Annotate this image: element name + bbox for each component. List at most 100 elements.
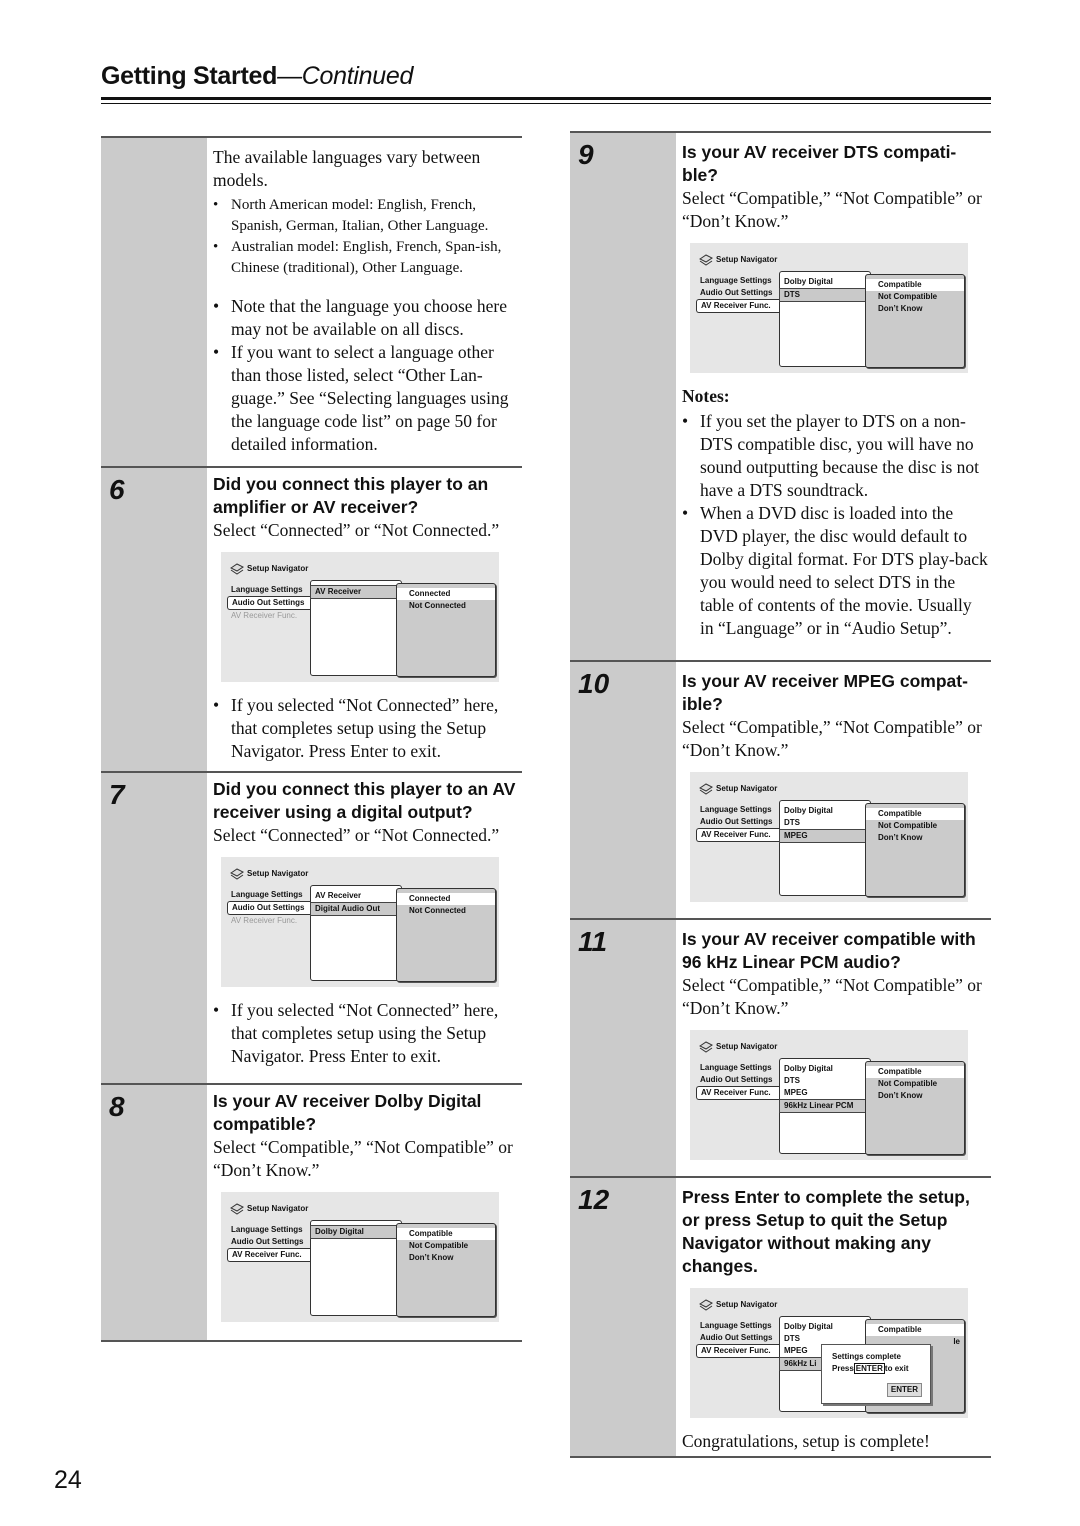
step-10: 10 Is your AV receiver MPEG compat-ible?… bbox=[570, 660, 991, 918]
setup-navigator-screen: Setup Navigator Language Settings Audio O… bbox=[221, 1192, 499, 1322]
setup-navigator-screen: Setup Navigator Language Settings Audio O… bbox=[690, 243, 968, 373]
step-instruction: Select “Connected” or “Not Connected.” bbox=[213, 520, 500, 540]
gutter bbox=[570, 133, 676, 660]
osd-menu-item: Language Settings bbox=[231, 890, 303, 899]
osd-option-selected: Compatible bbox=[866, 808, 964, 820]
setup-navigator-screen: Setup Navigator Language Settings Audio O… bbox=[690, 1030, 968, 1160]
osd-option-selected: Connected bbox=[397, 893, 495, 905]
dialog-message: Settings complete bbox=[832, 1352, 901, 1361]
osd-menu-item: Language Settings bbox=[700, 1321, 772, 1330]
osd-sub-item: MPEG bbox=[784, 1088, 808, 1097]
osd-option-selected: Compatible bbox=[866, 1324, 964, 1336]
step-instruction: Select “Connected” or “Not Connected.” bbox=[213, 825, 500, 845]
step-number: 9 bbox=[578, 139, 594, 170]
osd-menu-item-selected: Audio Out Settings bbox=[227, 901, 312, 915]
osd-sub-item-selected: 96kHz Linear PCM bbox=[779, 1099, 871, 1113]
osd-option: Don’t Know bbox=[409, 1253, 454, 1262]
osd-sub-item-selected: AV Receiver bbox=[310, 585, 402, 599]
step-question: Did you connect this player to an amplif… bbox=[213, 474, 489, 517]
osd-menu-item-selected: AV Receiver Func. bbox=[227, 1248, 312, 1262]
step-question: Is your AV receiver DTS compati-ble? bbox=[682, 142, 957, 185]
step-number: 11 bbox=[578, 926, 608, 957]
osd-title: Setup Navigator bbox=[698, 1298, 777, 1311]
setup-navigator-icon bbox=[699, 1041, 713, 1053]
setup-navigator-screen: Setup Navigator Language Settings Audio O… bbox=[690, 1288, 968, 1418]
osd-option: Not Connected bbox=[409, 906, 466, 915]
osd-menu-item-selected: Audio Out Settings bbox=[227, 596, 312, 610]
step-number: 12 bbox=[578, 1184, 610, 1215]
page-header: Getting Started—Continued bbox=[101, 62, 413, 91]
bullet: If you selected “Not Connected” here, th… bbox=[213, 999, 520, 1068]
osd-sub-item: Dolby Digital bbox=[784, 277, 833, 286]
note-bullet: If you set the player to DTS on a non-DT… bbox=[682, 410, 989, 502]
osd-sub-item: Dolby Digital bbox=[784, 1064, 833, 1073]
osd-menu-item-selected: AV Receiver Func. bbox=[696, 1086, 781, 1100]
gutter bbox=[570, 662, 676, 918]
bullet: If you want to select a language other t… bbox=[213, 341, 520, 456]
step-instruction: Select “Compatible,” “Not Compatible” or… bbox=[682, 975, 982, 1018]
osd-sub-item: AV Receiver bbox=[315, 891, 362, 900]
setup-navigator-icon bbox=[699, 783, 713, 795]
bullet: Australian model: English, French, Span-… bbox=[213, 237, 520, 279]
bullet: North American model: English, French, S… bbox=[213, 195, 520, 237]
header-subtitle: —Continued bbox=[277, 62, 414, 90]
gutter bbox=[101, 138, 207, 466]
bullet: If you selected “Not Connected” here, th… bbox=[213, 694, 520, 763]
step-9: 9 Is your AV receiver DTS compati-ble? S… bbox=[570, 131, 991, 660]
osd-menu-item: Audio Out Settings bbox=[700, 817, 773, 826]
osd-sub-item-selected: DTS bbox=[779, 288, 871, 302]
intro-block: The available languages vary between mod… bbox=[101, 136, 522, 466]
enter-button[interactable]: ENTER bbox=[886, 1383, 922, 1397]
osd-menu-item: Audio Out Settings bbox=[700, 288, 773, 297]
osd-sub-item: Dolby Digital bbox=[784, 1322, 833, 1331]
osd-menu-item-selected: AV Receiver Func. bbox=[696, 299, 781, 313]
step-question: Is your AV receiver Dolby Digital compat… bbox=[213, 1091, 482, 1134]
step-question: Did you connect this player to an AV rec… bbox=[213, 779, 516, 822]
gutter bbox=[101, 468, 207, 771]
setup-navigator-icon bbox=[230, 1203, 244, 1215]
osd-option: Not Compatible bbox=[878, 821, 938, 830]
step-6: 6 Did you connect this player to an ampl… bbox=[101, 466, 522, 771]
osd-option-selected: Connected bbox=[397, 588, 495, 600]
osd-title: Setup Navigator bbox=[229, 867, 308, 880]
osd-sub-item-selected: Dolby Digital bbox=[310, 1225, 402, 1239]
osd-menu-item: AV Receiver Func. bbox=[231, 916, 298, 925]
setup-navigator-screen: Setup Navigator Language Settings Audio O… bbox=[221, 552, 499, 682]
step-question: Is your AV receiver compatible with 96 k… bbox=[682, 929, 976, 972]
note-bullet: When a DVD disc is loaded into the DVD p… bbox=[682, 502, 989, 640]
setup-navigator-icon bbox=[699, 1299, 713, 1311]
osd-sub-item: Dolby Digital bbox=[784, 806, 833, 815]
gutter bbox=[101, 773, 207, 1083]
osd-title: Setup Navigator bbox=[229, 562, 308, 575]
osd-menu-item: Language Settings bbox=[231, 585, 303, 594]
setup-navigator-screen: Setup Navigator Language Settings Audio O… bbox=[221, 857, 499, 987]
setup-navigator-screen: Setup Navigator Language Settings Audio O… bbox=[690, 772, 968, 902]
osd-option-selected: Compatible bbox=[866, 1066, 964, 1078]
bullet: Note that the language you choose here m… bbox=[213, 295, 520, 341]
step-number: 6 bbox=[109, 474, 125, 505]
osd-option: Don’t Know bbox=[878, 1091, 923, 1100]
osd-menu-item-selected: AV Receiver Func. bbox=[696, 1344, 781, 1358]
step-7: 7 Did you connect this player to an AV r… bbox=[101, 771, 522, 1083]
notes-heading: Notes: bbox=[682, 386, 730, 406]
settings-complete-dialog: Settings complete Press ENTER to exit ENTE… bbox=[821, 1344, 931, 1404]
page-number: 24 bbox=[54, 1466, 82, 1494]
right-column: 9 Is your AV receiver DTS compati-ble? S… bbox=[570, 131, 991, 1458]
step-8: 8 Is your AV receiver Dolby Digital comp… bbox=[101, 1083, 522, 1342]
step-question: Is your AV receiver MPEG compat-ible? bbox=[682, 671, 968, 714]
gutter bbox=[570, 1178, 676, 1456]
step-instruction: Select “Compatible,” “Not Compatible” or… bbox=[213, 1137, 513, 1180]
osd-sub-item-selected: MPEG bbox=[779, 829, 871, 843]
osd-menu-item: Language Settings bbox=[700, 276, 772, 285]
osd-title: Setup Navigator bbox=[698, 1040, 777, 1053]
step-12: 12 Press Enter to complete the setup, or… bbox=[570, 1176, 991, 1458]
step-question: Press Enter to complete the setup, or pr… bbox=[682, 1187, 970, 1276]
osd-option: Don’t Know bbox=[878, 304, 923, 313]
step-number: 8 bbox=[109, 1091, 125, 1122]
step-number: 10 bbox=[578, 668, 610, 699]
gutter bbox=[570, 920, 676, 1176]
osd-sub-item: DTS bbox=[784, 818, 800, 827]
osd-title: Setup Navigator bbox=[698, 782, 777, 795]
setup-navigator-icon bbox=[230, 563, 244, 575]
setup-navigator-icon bbox=[699, 254, 713, 266]
